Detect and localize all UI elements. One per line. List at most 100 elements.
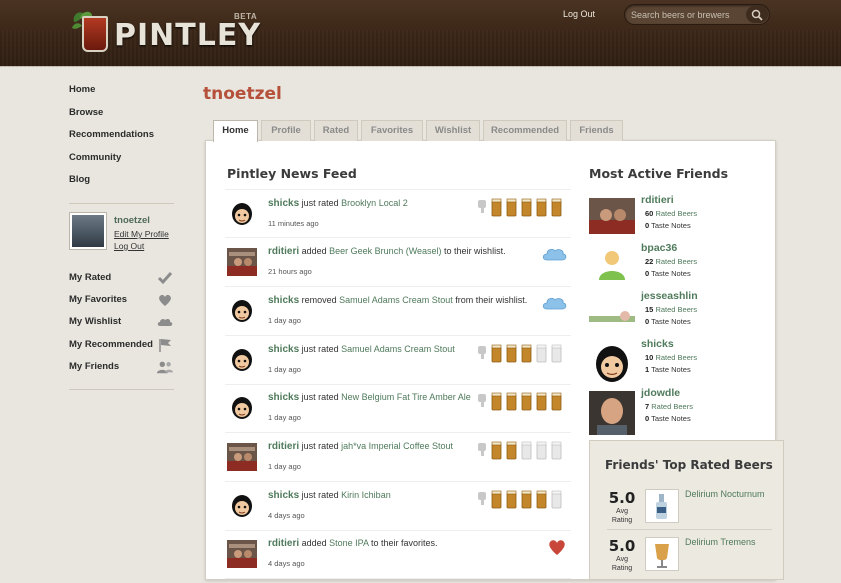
feed-suffix-text: from their wishlist. bbox=[452, 295, 528, 305]
friend-avatar[interactable] bbox=[589, 342, 635, 386]
my-wishlist-label: My Wishlist bbox=[69, 316, 122, 327]
feed-beer-link[interactable]: Kirin Ichiban bbox=[341, 490, 391, 500]
search-button[interactable] bbox=[746, 6, 768, 23]
my-recommended-link[interactable]: My Recommended bbox=[69, 337, 174, 355]
search-input[interactable] bbox=[631, 8, 749, 22]
feed-action-text: just rated bbox=[299, 441, 342, 451]
feed-text: shicks just rated Kirin Ichiban bbox=[268, 490, 488, 501]
mylinks-divider bbox=[69, 389, 174, 390]
feed-action-text: just rated bbox=[299, 392, 342, 402]
header-logout-link[interactable]: Log Out bbox=[563, 9, 595, 19]
beer-rating-mugs bbox=[477, 392, 565, 412]
friend-rated-count[interactable]: 15 Rated Beers bbox=[645, 305, 697, 314]
friend-rated-count[interactable]: 7 Rated Beers bbox=[645, 402, 693, 411]
tab-home[interactable]: Home bbox=[213, 120, 258, 142]
cloud-icon bbox=[541, 246, 567, 265]
heart-icon bbox=[159, 294, 171, 306]
nav-browse[interactable]: Browse bbox=[69, 107, 179, 130]
feed-avatar[interactable] bbox=[227, 200, 257, 228]
brand-name: PINTLEY bbox=[114, 18, 262, 53]
top-beer-name[interactable]: Delirium Nocturnum bbox=[685, 489, 765, 499]
tab-rated[interactable]: Rated bbox=[314, 120, 358, 141]
feed-item: rditieri added Beer Geek Brunch (Weasel)… bbox=[225, 238, 571, 287]
nav-home[interactable]: Home bbox=[69, 84, 179, 107]
profile-logout-link[interactable]: Log Out bbox=[114, 241, 144, 251]
friend-item: rditieri 60 Rated Beers 0 Taste Notes bbox=[589, 194, 769, 242]
my-wishlist-link[interactable]: My Wishlist bbox=[69, 314, 174, 332]
page-title: tnoetzel bbox=[203, 84, 282, 104]
friend-avatar[interactable] bbox=[589, 294, 635, 330]
beer-glass-icon bbox=[82, 16, 108, 52]
friend-name-link[interactable]: rditieri bbox=[641, 194, 674, 206]
my-rated-link[interactable]: My Rated bbox=[69, 270, 174, 288]
feed-user-link[interactable]: shicks bbox=[268, 198, 299, 209]
top-rated-item[interactable]: 5.0 Avg Rating Delirium Tremens bbox=[607, 537, 772, 583]
friend-name-link[interactable]: bpac36 bbox=[641, 242, 677, 254]
friend-rated-count[interactable]: 22 Rated Beers bbox=[645, 257, 697, 266]
feed-user-link[interactable]: shicks bbox=[268, 295, 299, 306]
my-favorites-link[interactable]: My Favorites bbox=[69, 292, 174, 310]
feed-avatar[interactable] bbox=[227, 346, 257, 374]
feed-timestamp: 1 day ago bbox=[268, 413, 301, 422]
edit-profile-link[interactable]: Edit My Profile bbox=[114, 229, 169, 239]
friend-rated-count[interactable]: 10 Rated Beers bbox=[645, 353, 697, 362]
my-friends-link[interactable]: My Friends bbox=[69, 359, 174, 377]
my-favorites-label: My Favorites bbox=[69, 294, 128, 305]
feed-user-link[interactable]: shicks bbox=[268, 392, 299, 403]
feed-beer-link[interactable]: jah*va Imperial Coffee Stout bbox=[341, 441, 453, 451]
feed-text: shicks just rated New Belgium Fat Tire A… bbox=[268, 392, 488, 403]
friend-avatar[interactable] bbox=[589, 391, 635, 435]
friend-avatar[interactable] bbox=[589, 198, 635, 234]
feed-timestamp: 4 days ago bbox=[268, 511, 305, 520]
profile-username[interactable]: tnoetzel bbox=[114, 215, 150, 226]
heart-icon bbox=[547, 538, 567, 559]
feed-action-text: added bbox=[299, 246, 330, 256]
feed-item: shicks removed Samuel Adams Cream Stout … bbox=[225, 287, 571, 336]
top-beer-name[interactable]: Delirium Tremens bbox=[685, 537, 756, 547]
feed-timestamp: 1 day ago bbox=[268, 365, 301, 374]
feed-beer-link[interactable]: Beer Geek Brunch (Weasel) bbox=[329, 246, 441, 256]
friend-name-link[interactable]: jesseashlin bbox=[641, 290, 698, 302]
feed-beer-link[interactable]: New Belgium Fat Tire Amber Ale bbox=[341, 392, 471, 402]
tab-recommended[interactable]: Recommended bbox=[483, 120, 567, 141]
feed-user-link[interactable]: shicks bbox=[268, 344, 299, 355]
search-icon bbox=[751, 9, 763, 21]
tab-friends[interactable]: Friends bbox=[570, 120, 623, 141]
feed-avatar[interactable] bbox=[227, 540, 257, 568]
nav-community[interactable]: Community bbox=[69, 152, 179, 175]
feed-user-link[interactable]: rditieri bbox=[268, 246, 299, 257]
nav-recommendations[interactable]: Recommendations bbox=[69, 129, 179, 152]
friend-rated-count[interactable]: 60 Rated Beers bbox=[645, 209, 697, 218]
feed-user-link[interactable]: rditieri bbox=[268, 441, 299, 452]
pintley-logo[interactable]: PINTLEY BETA bbox=[68, 6, 262, 58]
friend-notes-count: 1 Taste Notes bbox=[645, 365, 691, 374]
feed-user-link[interactable]: shicks bbox=[268, 490, 299, 501]
feed-user-link[interactable]: rditieri bbox=[268, 538, 299, 549]
tab-favorites[interactable]: Favorites bbox=[361, 120, 423, 141]
friend-avatar[interactable] bbox=[589, 246, 635, 282]
feed-avatar[interactable] bbox=[227, 492, 257, 520]
feed-avatar[interactable] bbox=[227, 297, 257, 325]
beer-bottle-image[interactable] bbox=[645, 489, 679, 523]
feed-suffix-text: to their favorites. bbox=[368, 538, 438, 548]
friend-name-link[interactable]: jdowdle bbox=[641, 387, 680, 399]
nav-blog[interactable]: Blog bbox=[69, 174, 179, 197]
feed-beer-link[interactable]: Samuel Adams Cream Stout bbox=[341, 344, 455, 354]
tab-wishlist[interactable]: Wishlist bbox=[426, 120, 480, 141]
avatar[interactable] bbox=[69, 212, 107, 250]
feed-beer-link[interactable]: Stone IPA bbox=[329, 538, 368, 548]
tab-profile[interactable]: Profile bbox=[261, 120, 311, 141]
feed-avatar[interactable] bbox=[227, 394, 257, 422]
feed-action-text: added bbox=[299, 538, 330, 548]
feed-beer-link[interactable]: Brooklyn Local 2 bbox=[341, 198, 408, 208]
beer-glass-image[interactable] bbox=[645, 537, 679, 571]
feed-avatar[interactable] bbox=[227, 443, 257, 471]
top-rated-divider bbox=[607, 529, 772, 530]
friend-item: shicks 10 Rated Beers 1 Taste Notes bbox=[589, 338, 769, 386]
beer-rating-mugs bbox=[477, 198, 565, 218]
feed-beer-link[interactable]: Samuel Adams Cream Stout bbox=[339, 295, 453, 305]
feed-avatar[interactable] bbox=[227, 248, 257, 276]
cloud-icon bbox=[541, 295, 567, 314]
feed-timestamp: 21 hours ago bbox=[268, 267, 312, 276]
friend-name-link[interactable]: shicks bbox=[641, 338, 674, 350]
